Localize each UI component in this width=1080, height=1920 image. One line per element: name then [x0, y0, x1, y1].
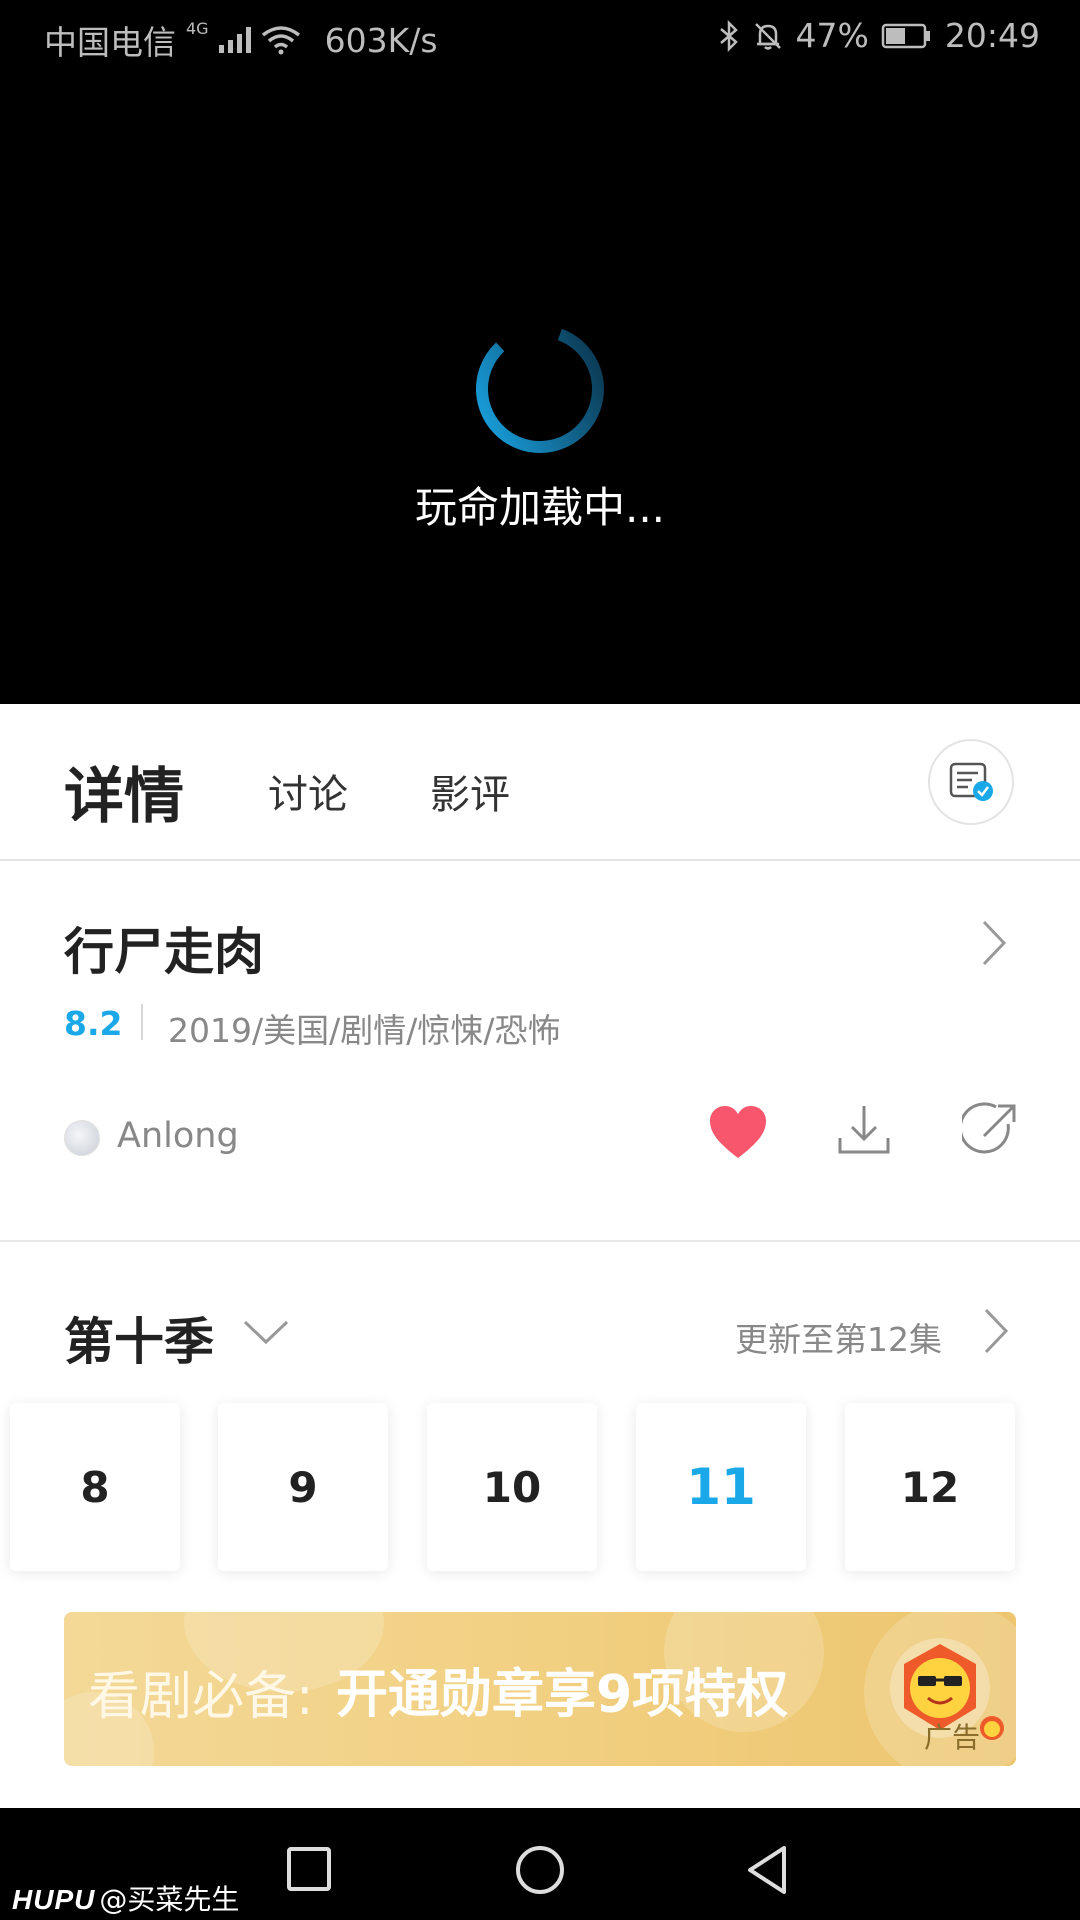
- wifi-icon: [261, 26, 300, 55]
- chevron-right-icon[interactable]: [978, 918, 1008, 968]
- status-bar: 中国电信 4G 603K/s 47% 20:49: [0, 0, 1080, 76]
- status-right: 47% 20:49: [718, 16, 1040, 55]
- nav-back-icon[interactable]: [744, 1844, 790, 1896]
- show-title[interactable]: 行尸走肉: [64, 912, 264, 984]
- signal-icon: [218, 27, 251, 53]
- tab-reviews[interactable]: 影评: [430, 762, 510, 820]
- nav-recent-apps-icon[interactable]: [286, 1846, 332, 1892]
- detail-tabs: 详情 讨论 影评: [0, 704, 1080, 861]
- watermark-brand: HUPU: [12, 1884, 96, 1915]
- episode-list: 8 9 10 11 12: [10, 1403, 1070, 1571]
- system-nav-bar: HUPU @买菜先生: [0, 1808, 1080, 1920]
- battery-icon: [881, 23, 930, 48]
- chevron-right-icon[interactable]: [980, 1306, 1010, 1356]
- mute-bell-icon: [754, 22, 781, 50]
- episode-button[interactable]: 9: [218, 1403, 388, 1571]
- loading-spinner-icon: [476, 325, 604, 453]
- tab-details[interactable]: 详情: [64, 748, 184, 835]
- ad-label: 广告: [924, 1721, 981, 1754]
- video-player[interactable]: 玩命加载中...: [0, 76, 1080, 704]
- heart-icon[interactable]: [708, 1104, 768, 1160]
- uploader-name[interactable]: Anlong: [117, 1116, 239, 1156]
- episode-button[interactable]: 12: [845, 1403, 1015, 1571]
- episode-button[interactable]: 10: [427, 1403, 597, 1571]
- section-divider: [0, 1240, 1080, 1242]
- clock: 20:49: [944, 16, 1040, 55]
- ad-text-prefix: 看剧必备:: [88, 1667, 314, 1727]
- loading-text: 玩命加载中...: [414, 483, 666, 532]
- carrier-name: 中国电信: [44, 23, 176, 62]
- battery-percent: 47%: [795, 16, 869, 55]
- show-score: 8.2: [64, 1004, 123, 1043]
- season-title[interactable]: 第十季: [64, 1302, 214, 1374]
- meta-divider: [141, 1004, 143, 1040]
- watermark: HUPU @买菜先生: [12, 1878, 239, 1918]
- episode-button-active[interactable]: 11: [636, 1403, 806, 1571]
- show-meta: 2019/美国/剧情/惊悚/恐怖: [168, 1011, 561, 1050]
- episode-button[interactable]: 8: [10, 1403, 180, 1571]
- note-icon: [949, 762, 993, 801]
- network-speed: 603K/s: [324, 20, 438, 60]
- ad-banner[interactable]: 看剧必备: 开通勋章享9项特权 广告: [64, 1612, 1016, 1766]
- watermark-user: @买菜先生: [99, 1883, 240, 1916]
- nav-home-icon[interactable]: [514, 1844, 566, 1896]
- avatar[interactable]: [64, 1120, 100, 1156]
- ad-text-main: 开通勋章享9项特权: [336, 1665, 789, 1725]
- note-button[interactable]: [928, 739, 1014, 825]
- update-status[interactable]: 更新至第12集: [735, 1313, 942, 1361]
- network-type: 4G: [186, 18, 209, 38]
- status-left: 中国电信 4G 603K/s: [44, 16, 438, 64]
- tab-discussion[interactable]: 讨论: [268, 762, 348, 820]
- share-icon[interactable]: [962, 1102, 1018, 1158]
- bluetooth-icon: [719, 19, 738, 52]
- download-icon[interactable]: [836, 1102, 892, 1158]
- chevron-down-icon[interactable]: [242, 1318, 290, 1346]
